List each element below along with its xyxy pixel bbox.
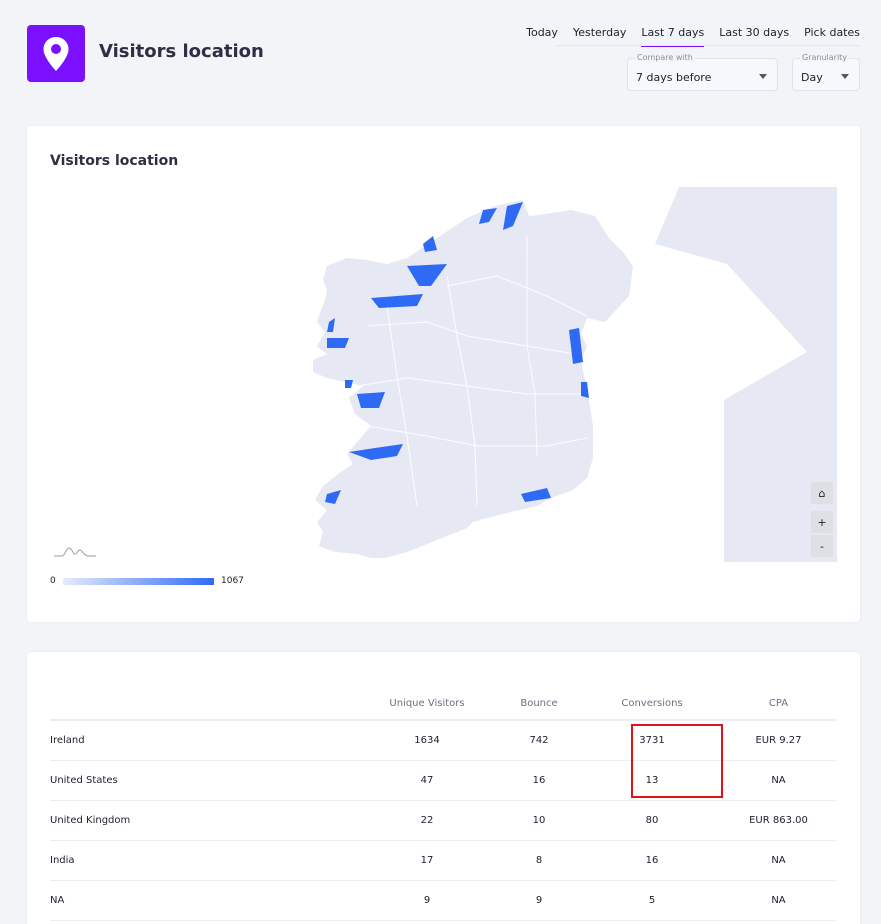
legend-gradient-bar [63, 578, 214, 585]
map-zoom-out-button[interactable]: - [811, 535, 833, 557]
cell-country: NA [50, 880, 360, 921]
tabs-divider [556, 45, 860, 46]
compare-with-select[interactable]: Compare with 7 days before [627, 53, 778, 91]
map-region-clare [345, 380, 353, 388]
cell-unique-visitors: 9 [360, 880, 494, 921]
table-header-row: Unique Visitors Bounce Conversions CPA [50, 688, 837, 721]
granularity-value: Day [801, 71, 823, 84]
plus-icon: + [817, 515, 827, 529]
cell-cpa: NA [720, 760, 837, 801]
cell-conversions: 5 [584, 880, 720, 921]
cell-country: United States [50, 760, 360, 801]
cell-bounce: 742 [494, 720, 584, 761]
locations-table: Unique Visitors Bounce Conversions CPA I… [50, 688, 837, 921]
chevron-down-icon [841, 74, 849, 79]
cell-conversions: 3731 [584, 720, 720, 761]
cell-conversions: 80 [584, 800, 720, 841]
map-zoom-in-button[interactable]: + [811, 511, 833, 533]
map-region-north-west [423, 236, 437, 252]
col-header-bounce[interactable]: Bounce [494, 688, 584, 721]
col-header-country [50, 688, 360, 721]
granularity-select[interactable]: Granularity Day [792, 53, 860, 91]
table-row[interactable]: United Kingdom 22 10 80 EUR 863.00 [50, 800, 837, 841]
map-card: Visitors location ⌂ + - 0 1067 [27, 126, 860, 622]
cell-cpa: EUR 863.00 [720, 800, 837, 841]
tab-last-30-days[interactable]: Last 30 days [719, 22, 789, 47]
locations-table-card: Unique Visitors Bounce Conversions CPA I… [27, 652, 860, 924]
cell-unique-visitors: 22 [360, 800, 494, 841]
tab-yesterday[interactable]: Yesterday [573, 22, 626, 47]
table-row[interactable]: India 17 8 16 NA [50, 840, 837, 881]
map-region-wicklow [581, 382, 589, 398]
cell-unique-visitors: 17 [360, 840, 494, 881]
compare-with-label: Compare with [635, 53, 695, 62]
tab-last-7-days[interactable]: Last 7 days [641, 22, 705, 47]
cell-unique-visitors: 47 [360, 760, 494, 801]
cell-bounce: 8 [494, 840, 584, 881]
app-logo [27, 25, 85, 82]
visitors-map[interactable] [27, 126, 860, 622]
compare-with-value: 7 days before [636, 71, 712, 84]
cell-conversions: 13 [584, 760, 720, 801]
col-header-unique-visitors[interactable]: Unique Visitors [360, 688, 494, 721]
map-home-button[interactable]: ⌂ [811, 482, 833, 504]
table-row[interactable]: NA 9 9 5 NA [50, 880, 837, 921]
home-icon: ⌂ [818, 486, 826, 500]
page-title: Visitors location [99, 41, 264, 62]
tab-today[interactable]: Today [526, 22, 558, 47]
cell-country: India [50, 840, 360, 881]
minus-icon: - [820, 539, 824, 553]
legend-min-label: 0 [50, 576, 56, 586]
amcharts-logo-icon [54, 547, 96, 557]
cell-country: Ireland [50, 720, 360, 761]
map-region-ireland [313, 200, 633, 558]
table-row[interactable]: United States 47 16 13 NA [50, 760, 837, 801]
cell-bounce: 16 [494, 760, 584, 801]
map-region-great-britain [655, 187, 837, 562]
tab-pick-dates[interactable]: Pick dates [804, 22, 860, 47]
legend-max-label: 1067 [221, 576, 244, 586]
col-header-conversions[interactable]: Conversions [584, 688, 720, 721]
col-header-cpa[interactable]: CPA [720, 688, 837, 721]
cell-cpa: NA [720, 880, 837, 921]
cell-conversions: 16 [584, 840, 720, 881]
location-pin-icon [43, 36, 69, 71]
cell-unique-visitors: 1634 [360, 720, 494, 761]
chevron-down-icon [759, 74, 767, 79]
cell-cpa: NA [720, 840, 837, 881]
table-row[interactable]: Ireland 1634 742 3731 EUR 9.27 [50, 720, 837, 761]
date-range-tabs: Today Yesterday Last 7 days Last 30 days… [526, 22, 860, 47]
granularity-label: Granularity [800, 53, 850, 62]
cell-cpa: EUR 9.27 [720, 720, 837, 761]
cell-bounce: 10 [494, 800, 584, 841]
cell-bounce: 9 [494, 880, 584, 921]
cell-country: United Kingdom [50, 800, 360, 841]
